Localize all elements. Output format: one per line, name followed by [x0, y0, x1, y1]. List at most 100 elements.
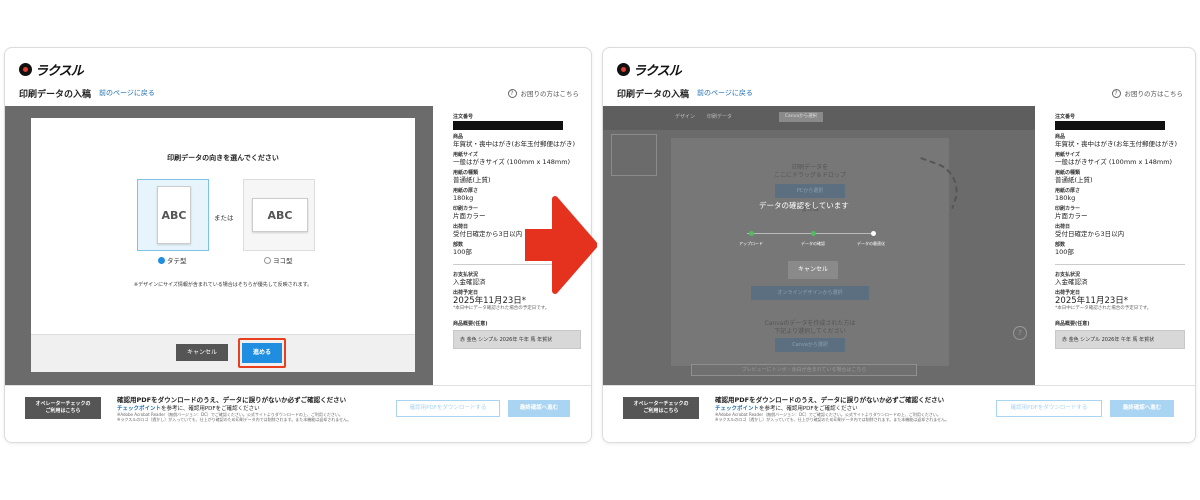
help-link[interactable]: ? お困りの方はこちら	[507, 88, 579, 98]
portrait-option[interactable]: ABC	[137, 179, 209, 251]
step-label-optimize: データの最適化	[857, 241, 885, 246]
operator-btn-line1: オペレーターチェックの	[35, 401, 91, 407]
toolbar-print-data[interactable]: 印刷データ	[707, 113, 732, 120]
payment-label: お支払状況	[1055, 272, 1081, 278]
memo-label: 商品概要(任意)	[1055, 321, 1090, 327]
cancel-button[interactable]: キャンセル	[788, 261, 838, 279]
confirm-sub: チェックポイントを参考に、確認用PDFをご確認ください	[117, 404, 260, 412]
radio-checked-icon[interactable]	[158, 256, 165, 264]
download-pdf-button[interactable]: 確認用PDFをダウンロードする	[396, 400, 500, 417]
page-thumbnail[interactable]	[611, 134, 657, 176]
toolbar-canva-chip[interactable]: Canvaから選択	[779, 112, 823, 122]
eta-value: 2025年11月23日*	[453, 296, 527, 306]
editor-area: 印刷データの向きを選んでください ABC または ABC タテ型 ヨコ型 ※デザ…	[5, 106, 433, 385]
canva-select-button[interactable]: Canvaから選択	[775, 338, 845, 352]
logo[interactable]: ラクスル	[19, 60, 84, 79]
left-screenshot: ラクスル 印刷データの入稿 前のページに戻る ? お困りの方はこちら 印刷データ…	[4, 47, 592, 443]
qty-label: 部数	[1055, 242, 1066, 248]
upload-canvas: 印刷データを ここにドラッグ＆ドロップ PCから選択 または オンラインデザイン…	[671, 138, 949, 366]
thickness-value: 180kg	[1055, 194, 1076, 202]
order-no-redacted	[1055, 121, 1165, 130]
help-link[interactable]: ? お困りの方はこちら	[1111, 88, 1184, 98]
ship-label: 出荷日	[1055, 224, 1071, 230]
operator-btn-line1: オペレーターチェックの	[633, 401, 689, 407]
cancel-button[interactable]: キャンセル	[176, 344, 228, 361]
logo-mark-icon	[617, 63, 630, 76]
product-value: 年賀状・喪中はがき(お年玉付郵便はがき)	[453, 140, 576, 148]
operator-check-button[interactable]: オペレーターチェックの ご利用はこちら	[25, 397, 101, 419]
back-link[interactable]: 前のページに戻る	[99, 88, 155, 98]
online-design-button[interactable]: オンラインデザインから選択	[751, 286, 869, 300]
canva-note-2: 下記より選択してください	[774, 328, 846, 335]
portrait-card: ABC	[157, 186, 191, 244]
paper-label: 用紙の種類	[453, 170, 479, 176]
thickness-label: 用紙の厚さ	[1055, 188, 1081, 194]
confirm-heading: 確認用PDFをダウンロードのうえ、データに誤りがないか必ずご確認ください	[117, 396, 347, 404]
qty-value: 100部	[1055, 248, 1074, 256]
editor-toolbar: デザイン 印刷データ Canvaから選択	[603, 106, 1035, 130]
order-no-label: 注文番号	[453, 114, 474, 120]
memo-field[interactable]: 赤 金色 シンプル 2026年 午年 馬 年賀状	[453, 330, 581, 349]
radio-unchecked-icon[interactable]	[264, 256, 271, 264]
step-check-done-icon	[811, 231, 816, 236]
color-value: 片面カラー	[1055, 212, 1088, 220]
landscape-label-text: ヨコ型	[273, 257, 293, 265]
bottom-bar: オペレーターチェックの ご利用はこちら 確認用PDFをダウンロードのうえ、データ…	[5, 385, 591, 442]
help-text: お困りの方はこちら	[1124, 90, 1184, 98]
dialog-title: 印刷データの向きを選んでください	[167, 154, 279, 162]
download-pdf-button[interactable]: 確認用PDFをダウンロードする	[996, 400, 1102, 417]
eta-note: *本日中にデータ確認された場合の予定日です。	[453, 306, 550, 311]
final-confirm-button[interactable]: 最終確認へ進む	[1110, 400, 1174, 417]
step-label-check: データの確認	[801, 241, 825, 246]
operator-btn-line2: ご利用はこちら	[643, 408, 679, 414]
portrait-radio-label[interactable]: タテ型	[158, 255, 187, 265]
logo-mark-icon	[19, 63, 32, 76]
progress-line	[747, 233, 871, 234]
confirm-note-2: ※ラクスルのロゴ（透かし）が入っていても、仕上がり確認のため印刷データ内では削除…	[715, 417, 950, 422]
back-link[interactable]: 前のページに戻る	[697, 88, 753, 98]
size-label: 用紙サイズ	[453, 152, 478, 158]
question-icon: ?	[507, 88, 517, 98]
confirm-note: ※Adobe Acrobat Reader（無償バージョン：DC）でご確認くださ…	[117, 412, 397, 422]
order-sidebar: 注文番号 商品 年賀状・喪中はがき(お年玉付郵便はがき) 用紙サイズ 一般はがき…	[1055, 110, 1185, 349]
memo-label: 商品概要(任意)	[453, 321, 488, 327]
paper-value: 普通紙(上質)	[1055, 176, 1093, 184]
question-icon: ?	[1111, 88, 1121, 98]
page-title: 印刷データの入稿	[19, 89, 92, 100]
landscape-radio-label[interactable]: ヨコ型	[264, 255, 293, 265]
product-label: 商品	[453, 134, 464, 140]
order-no-label: 注文番号	[1055, 114, 1076, 120]
stage: ラクスル 印刷データの入稿 前のページに戻る ? お困りの方はこちら 印刷データ…	[0, 0, 1200, 500]
memo-field[interactable]: 赤 金色 シンプル 2026年 午年 馬 年賀状	[1055, 330, 1185, 349]
dialog-footer: キャンセル 進める	[31, 334, 415, 372]
logo[interactable]: ラクスル	[617, 60, 682, 79]
pc-select-button[interactable]: PCから選択	[775, 184, 845, 198]
paper-label: 用紙の種類	[1055, 170, 1081, 176]
size-value: 一般はがきサイズ (100mm x 148mm)	[453, 158, 571, 166]
status-text: データの確認をしています	[759, 201, 849, 210]
portrait-label-text: タテ型	[167, 257, 187, 265]
toolbar-design[interactable]: デザイン	[675, 113, 695, 120]
product-label: 商品	[1055, 134, 1066, 140]
color-label: 印刷カラー	[1055, 206, 1081, 212]
logo-text: ラクスル	[633, 64, 682, 79]
order-no-redacted	[453, 121, 563, 130]
confirm-note-2: ※ラクスルのロゴ（透かし）が入っていても、仕上がり確認のため印刷データ内では削除…	[117, 417, 352, 422]
editor-area: デザイン 印刷データ Canvaから選択 印刷データを ここにドラッグ＆ドロップ…	[603, 106, 1035, 385]
preview-bar[interactable]: プレビューにトンボ・余白が含まれている場合はこちら	[691, 364, 917, 376]
orientation-dialog: 印刷データの向きを選んでください ABC または ABC タテ型 ヨコ型 ※デザ…	[31, 118, 415, 372]
confirm-note: ※Adobe Acrobat Reader（無償バージョン：DC）でご確認くださ…	[715, 412, 995, 422]
right-screenshot: ラクスル 印刷データの入稿 前のページに戻る ? お困りの方はこちら デザイン …	[602, 47, 1196, 443]
sidebar-divider	[1055, 264, 1185, 265]
proceed-button[interactable]: 進める	[242, 343, 282, 363]
size-label: 用紙サイズ	[1055, 152, 1080, 158]
help-circle-icon[interactable]: ?	[1013, 326, 1027, 340]
confirm-heading: 確認用PDFをダウンロードのうえ、データに誤りがないか必ずご確認ください	[715, 396, 945, 404]
landscape-option[interactable]: ABC	[243, 179, 315, 251]
operator-check-button[interactable]: オペレーターチェックの ご利用はこちら	[623, 397, 699, 419]
final-confirm-button[interactable]: 最終確認へ進む	[508, 400, 570, 417]
page-header: 印刷データの入稿 前のページに戻る ? お困りの方はこちら	[617, 86, 1183, 100]
transition-arrow-icon	[525, 196, 597, 294]
eta-note: *本日中にデータ確認された場合の予定日です。	[1055, 306, 1152, 311]
operator-btn-line2: ご利用はこちら	[45, 408, 81, 414]
